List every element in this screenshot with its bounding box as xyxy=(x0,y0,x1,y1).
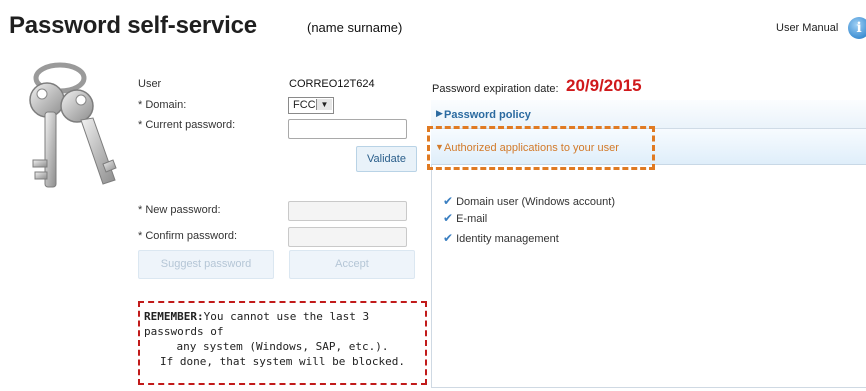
dropdown-arrow-icon: ▼ xyxy=(316,99,332,110)
confirm-password-label: * Confirm password: xyxy=(138,230,238,242)
new-password-label: * New password: xyxy=(138,204,221,216)
list-item: ✔ Identity management xyxy=(443,231,559,245)
user-value: CORREO12T624 xyxy=(289,78,375,90)
domain-label: * Domain: xyxy=(138,99,187,111)
app-name: Domain user (Windows account) xyxy=(456,196,616,208)
domain-select-value: FCC xyxy=(293,99,316,111)
confirm-password-input[interactable] xyxy=(288,227,407,247)
remember-warning: REMEMBER:You cannot use the last 3 passw… xyxy=(138,301,427,385)
caret-right-icon: ▶ xyxy=(436,108,443,118)
accept-button[interactable]: Accept xyxy=(289,250,415,279)
app-name: Identity management xyxy=(456,233,559,245)
password-policy-label: Password policy xyxy=(444,109,531,121)
keys-icon xyxy=(29,62,117,188)
password-policy-header[interactable]: ▶ Password policy xyxy=(431,100,866,129)
app-name: E-mail xyxy=(456,213,488,225)
check-icon: ✔ xyxy=(443,194,454,208)
validate-button[interactable]: Validate xyxy=(356,146,417,172)
page-title: Password self-service xyxy=(9,12,257,39)
remember-line-2: any system (Windows, SAP, etc.). xyxy=(176,340,389,353)
expiration-date: 20/9/2015 xyxy=(566,76,642,95)
remember-line-3: If done, that system will be blocked. xyxy=(159,355,406,368)
check-icon: ✔ xyxy=(443,211,454,225)
check-icon: ✔ xyxy=(443,231,454,245)
expiration-label: Password expiration date: xyxy=(432,83,559,95)
info-icon[interactable]: i xyxy=(848,17,866,39)
highlight-box-orange xyxy=(427,126,655,170)
list-item: ✔ E-mail xyxy=(443,211,487,225)
current-password-input[interactable] xyxy=(288,119,407,139)
current-password-label: * Current password: xyxy=(138,119,236,131)
remember-prefix: REMEMBER: xyxy=(144,310,204,323)
new-password-input[interactable] xyxy=(288,201,407,221)
domain-select[interactable]: FCC ▼ xyxy=(288,97,334,114)
list-item: ✔ Domain user (Windows account) xyxy=(443,194,615,208)
user-name-placeholder: (name surname) xyxy=(307,20,403,35)
suggest-password-button[interactable]: Suggest password xyxy=(138,250,274,279)
user-manual-link[interactable]: User Manual xyxy=(776,22,838,34)
user-label: User xyxy=(138,78,162,90)
